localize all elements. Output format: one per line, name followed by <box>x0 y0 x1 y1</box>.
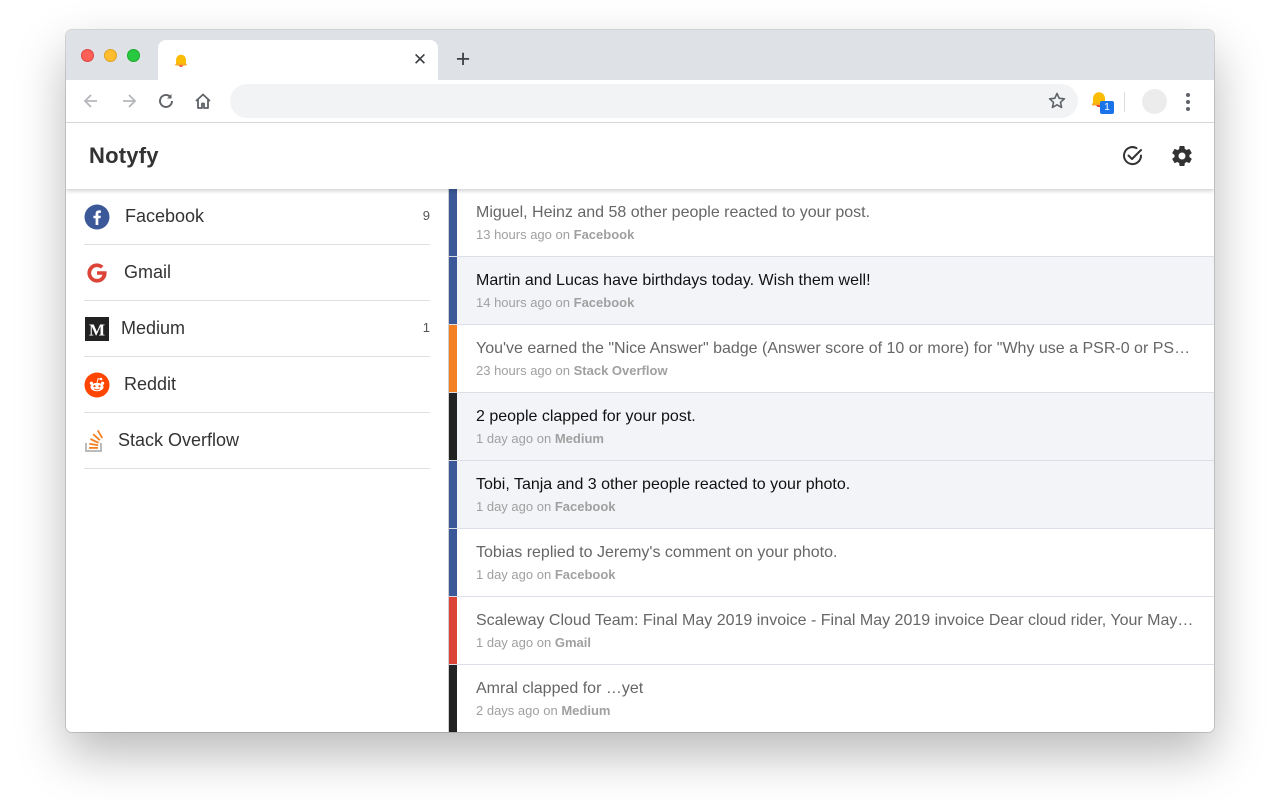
notification-meta: 14 hours ago on Facebook <box>476 295 635 310</box>
profile-avatar[interactable] <box>1142 89 1167 114</box>
forward-button[interactable] <box>116 88 142 114</box>
minimize-window-button[interactable] <box>104 49 117 62</box>
gear-icon <box>1172 146 1192 167</box>
notification-text: Amral clapped for …yet <box>476 680 644 697</box>
sidebar-item-facebook[interactable]: Facebook 9 <box>84 189 430 245</box>
browser-tab[interactable]: ✕ <box>158 40 438 80</box>
sidebar-item-label: Reddit <box>124 374 177 394</box>
notification-list: Miguel, Heinz and 58 other people reacte… <box>449 189 1214 732</box>
medium-icon: M <box>84 316 110 342</box>
sidebar-item-label: Medium <box>121 318 186 338</box>
source-color-bar <box>449 529 457 596</box>
sidebar-item-stack-overflow[interactable]: Stack Overflow <box>84 413 430 469</box>
notification-text: Scaleway Cloud Team: Final May 2019 invo… <box>476 612 1196 629</box>
back-arrow-icon <box>83 94 97 108</box>
sidebar-item-label: Facebook <box>125 206 205 226</box>
new-tab-button[interactable]: + <box>450 46 476 72</box>
notification-source: Stack Overflow <box>573 363 668 378</box>
reload-icon <box>159 94 173 108</box>
notification-item[interactable]: Miguel, Heinz and 58 other people reacte… <box>449 189 1214 257</box>
sidebar-item-count: 1 <box>422 320 430 335</box>
notification-source: Medium <box>554 431 604 446</box>
notification-meta: 1 day ago on Facebook <box>476 567 616 582</box>
browser-toolbar: 1 <box>66 80 1214 123</box>
svg-text:M: M <box>89 321 105 340</box>
notification-meta: 1 day ago on Facebook <box>476 499 616 514</box>
forward-arrow-icon <box>123 94 137 108</box>
notyfy-extension-button[interactable]: 1 <box>1088 89 1116 117</box>
notification-item[interactable]: You've earned the "Nice Answer" badge (A… <box>449 325 1214 393</box>
google-icon <box>84 260 110 286</box>
notification-text: Tobi, Tanja and 3 other people reacted t… <box>476 476 851 493</box>
address-input[interactable] <box>248 90 1028 112</box>
app-title: Notyfy <box>89 143 159 168</box>
notification-source: Facebook <box>573 295 635 310</box>
notification-item[interactable]: Tobi, Tanja and 3 other people reacted t… <box>449 461 1214 529</box>
reload-button[interactable] <box>153 88 179 114</box>
facebook-icon <box>84 204 110 230</box>
mark-all-read-button[interactable] <box>1120 143 1146 169</box>
notification-meta: 13 hours ago on Facebook <box>476 227 635 242</box>
notification-text: Martin and Lucas have birthdays today. W… <box>476 272 871 289</box>
notification-item[interactable]: Tobias replied to Jeremy's comment on yo… <box>449 529 1214 597</box>
notification-meta: 1 day ago on Gmail <box>476 635 591 650</box>
browser-window: ✕ + 1 Notyfy Facebook 9 Gmail M Medium 1… <box>66 30 1214 732</box>
app-header: Notyfy <box>66 123 1214 189</box>
notification-text: Tobias replied to Jeremy's comment on yo… <box>476 544 838 561</box>
notification-text: Miguel, Heinz and 58 other people reacte… <box>476 204 871 221</box>
notification-source: Facebook <box>573 227 635 242</box>
home-icon <box>195 93 211 109</box>
sidebar-item-reddit[interactable]: Reddit <box>84 357 430 413</box>
notification-meta: 23 hours ago on Stack Overflow <box>476 363 668 378</box>
notification-meta: 2 days ago on Medium <box>476 703 611 718</box>
home-button[interactable] <box>190 88 216 114</box>
source-color-bar <box>449 189 457 256</box>
notification-source: Facebook <box>554 499 616 514</box>
check-circle-icon <box>1123 146 1143 166</box>
sidebar-item-gmail[interactable]: Gmail <box>84 245 430 301</box>
browser-menu-button[interactable] <box>1178 89 1198 115</box>
back-button[interactable] <box>78 88 104 114</box>
settings-button[interactable] <box>1169 143 1195 169</box>
source-color-bar <box>449 393 457 460</box>
sidebar-item-label: Stack Overflow <box>118 430 240 450</box>
extension-badge: 1 <box>1100 101 1114 114</box>
maximize-window-button[interactable] <box>127 49 140 62</box>
source-color-bar <box>449 597 457 664</box>
notification-item[interactable]: Martin and Lucas have birthdays today. W… <box>449 257 1214 325</box>
reddit-icon <box>84 372 110 398</box>
tab-close-icon[interactable]: ✕ <box>410 50 430 70</box>
notification-source: Gmail <box>554 635 591 650</box>
address-bar[interactable] <box>230 84 1078 118</box>
notification-item[interactable]: 2 people clapped for your post. 1 day ag… <box>449 393 1214 461</box>
notification-item[interactable]: Scaleway Cloud Team: Final May 2019 invo… <box>449 597 1214 665</box>
stackoverflow-icon <box>84 428 106 454</box>
notification-text: 2 people clapped for your post. <box>476 408 696 425</box>
close-window-button[interactable] <box>81 49 94 62</box>
sidebar-item-label: Gmail <box>124 262 172 282</box>
notification-item[interactable]: Amral clapped for …yet 2 days ago on Med… <box>449 665 1214 732</box>
source-color-bar <box>449 665 457 732</box>
sidebar: Facebook 9 Gmail M Medium 1 Reddit Stack… <box>66 189 449 732</box>
sidebar-item-count: 9 <box>422 208 430 223</box>
notification-source: Facebook <box>554 567 616 582</box>
notification-meta: 1 day ago on Medium <box>476 431 604 446</box>
tab-strip: ✕ + <box>66 30 1214 80</box>
bookmark-star-icon[interactable] <box>1046 90 1068 112</box>
source-color-bar <box>449 461 457 528</box>
source-color-bar <box>449 325 457 392</box>
source-color-bar <box>449 257 457 324</box>
notification-source: Medium <box>561 703 611 718</box>
sidebar-item-medium[interactable]: M Medium 1 <box>84 301 430 357</box>
toolbar-divider <box>1124 92 1125 112</box>
notification-text: You've earned the "Nice Answer" badge (A… <box>476 340 1196 357</box>
bell-icon <box>175 54 187 67</box>
